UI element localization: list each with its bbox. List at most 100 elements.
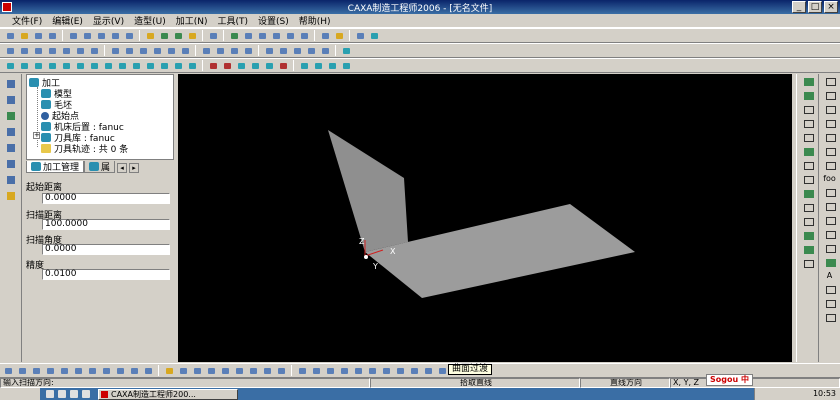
menu-help[interactable]: 帮助(H) xyxy=(299,14,331,27)
surface-trim-icon[interactable] xyxy=(177,365,189,376)
surface-stitch-icon[interactable] xyxy=(275,365,287,376)
equidistant-icon[interactable] xyxy=(824,215,836,225)
cut-icon[interactable] xyxy=(67,30,79,41)
title-bar[interactable]: CAXA制造工程师2006 - [无名文件] _ □ × xyxy=(0,0,840,14)
corner-clean-icon[interactable] xyxy=(207,60,219,71)
surface-extend-icon[interactable] xyxy=(44,365,56,376)
surface-ruled-icon[interactable] xyxy=(16,365,28,376)
surface-merge-icon[interactable] xyxy=(233,365,245,376)
chamfer-curve-icon[interactable] xyxy=(824,298,836,308)
scan-finish-icon[interactable] xyxy=(130,60,142,71)
edit-icon[interactable] xyxy=(824,312,836,322)
taskbar-app-button[interactable]: CAXA制造工程师200... xyxy=(98,388,238,400)
precision-input[interactable]: 0.0100 xyxy=(42,269,170,280)
point-icon[interactable] xyxy=(824,187,836,197)
expand-toggle[interactable]: + xyxy=(33,132,40,139)
scale-icon[interactable] xyxy=(228,45,240,56)
array-icon[interactable] xyxy=(802,146,814,156)
sweep-icon[interactable] xyxy=(60,45,72,56)
project-curve-icon[interactable] xyxy=(802,258,814,268)
groove-icon[interactable] xyxy=(249,60,261,71)
process-sheet-icon[interactable] xyxy=(340,60,352,71)
line-icon[interactable] xyxy=(824,76,836,86)
zoom-window-icon[interactable] xyxy=(242,30,254,41)
redraw-icon[interactable] xyxy=(228,30,240,41)
pan-icon[interactable] xyxy=(298,30,310,41)
surface-net-icon[interactable] xyxy=(114,365,126,376)
draft-icon[interactable] xyxy=(179,45,191,56)
trim-icon[interactable] xyxy=(802,188,814,198)
intersection-icon[interactable] xyxy=(824,257,836,267)
spline-icon[interactable] xyxy=(824,146,836,156)
text-tool-label[interactable]: A xyxy=(827,271,832,280)
open-file-icon[interactable] xyxy=(18,30,30,41)
surface-revolve-icon[interactable] xyxy=(30,365,42,376)
surface-fillet-icon[interactable] xyxy=(366,365,378,376)
chamfer-icon[interactable] xyxy=(123,45,135,56)
replace-icon[interactable] xyxy=(305,45,317,56)
tab-scroll-right[interactable]: ▸ xyxy=(129,163,140,173)
parametric-finish-icon[interactable] xyxy=(102,60,114,71)
display-mode-icon[interactable] xyxy=(354,30,366,41)
post-icon[interactable] xyxy=(312,60,324,71)
sketch-icon[interactable] xyxy=(4,45,16,56)
surface-reverse-icon[interactable] xyxy=(247,365,259,376)
contour-finish-icon[interactable] xyxy=(116,60,128,71)
menu-view[interactable]: 显示(V) xyxy=(93,14,124,27)
undo-icon[interactable] xyxy=(109,30,121,41)
tree-node-toolpath[interactable]: 刀具轨迹 : 共 0 条 xyxy=(41,142,128,155)
status-mode[interactable]: 直线方向 xyxy=(580,378,670,388)
arc-icon[interactable] xyxy=(824,90,836,100)
surface-join-icon[interactable] xyxy=(219,365,231,376)
cut-extrude-icon[interactable] xyxy=(74,45,86,56)
select-arrow-icon[interactable] xyxy=(4,78,18,90)
media-icon[interactable] xyxy=(70,390,78,398)
pattern-icon[interactable] xyxy=(200,45,212,56)
cut-revolve-icon[interactable] xyxy=(88,45,100,56)
mirror-curve-icon[interactable] xyxy=(802,132,814,142)
shaded-icon[interactable] xyxy=(333,30,345,41)
profile-icon[interactable] xyxy=(263,60,275,71)
tab-attributes[interactable]: 属 xyxy=(84,161,116,173)
surface-face-icon[interactable] xyxy=(422,365,434,376)
join-icon[interactable] xyxy=(802,230,814,240)
surface-fill-icon[interactable] xyxy=(142,365,154,376)
desktop-icon[interactable] xyxy=(46,390,54,398)
circle-icon[interactable] xyxy=(824,104,836,114)
surface-offset-icon[interactable] xyxy=(100,365,112,376)
view-icon[interactable] xyxy=(4,126,18,138)
rough-machining-icon[interactable] xyxy=(4,60,16,71)
surface-transition-icon[interactable] xyxy=(352,365,364,376)
residual-icon[interactable] xyxy=(221,60,233,71)
surface-extend2-icon[interactable] xyxy=(191,365,203,376)
filter-icon[interactable] xyxy=(172,30,184,41)
region-rough-icon[interactable] xyxy=(18,60,30,71)
surface-guide-icon[interactable] xyxy=(58,365,70,376)
break-icon[interactable] xyxy=(802,216,814,226)
maximize-button[interactable]: □ xyxy=(808,1,822,13)
shell-icon[interactable] xyxy=(165,45,177,56)
window-icon[interactable] xyxy=(207,30,219,41)
curve-wave-icon[interactable] xyxy=(324,365,336,376)
graphics-viewport[interactable]: Z X Y xyxy=(178,74,792,362)
rotate-curve-icon[interactable] xyxy=(802,174,814,184)
fillet-icon[interactable] xyxy=(109,45,121,56)
boolean-icon[interactable] xyxy=(242,45,254,56)
surface-cut-icon[interactable] xyxy=(263,45,275,56)
sketch-pencil-icon[interactable] xyxy=(4,94,18,106)
light-icon[interactable] xyxy=(144,30,156,41)
ellipse-icon[interactable] xyxy=(824,132,836,142)
color-icon[interactable] xyxy=(186,30,198,41)
rectangle-icon[interactable] xyxy=(824,118,836,128)
curve-smooth-icon[interactable] xyxy=(310,365,322,376)
measure-icon[interactable] xyxy=(368,30,380,41)
wall-finish-icon[interactable] xyxy=(172,60,184,71)
split-icon[interactable] xyxy=(319,45,331,56)
surface-uv-icon[interactable] xyxy=(261,365,273,376)
menu-modeling[interactable]: 造型(U) xyxy=(134,14,166,27)
save-icon[interactable] xyxy=(32,30,44,41)
minimize-button[interactable]: _ xyxy=(792,1,806,13)
surface-blend-icon[interactable] xyxy=(394,365,406,376)
surface-loft-icon[interactable] xyxy=(86,365,98,376)
folder-launch-icon[interactable] xyxy=(82,390,90,398)
